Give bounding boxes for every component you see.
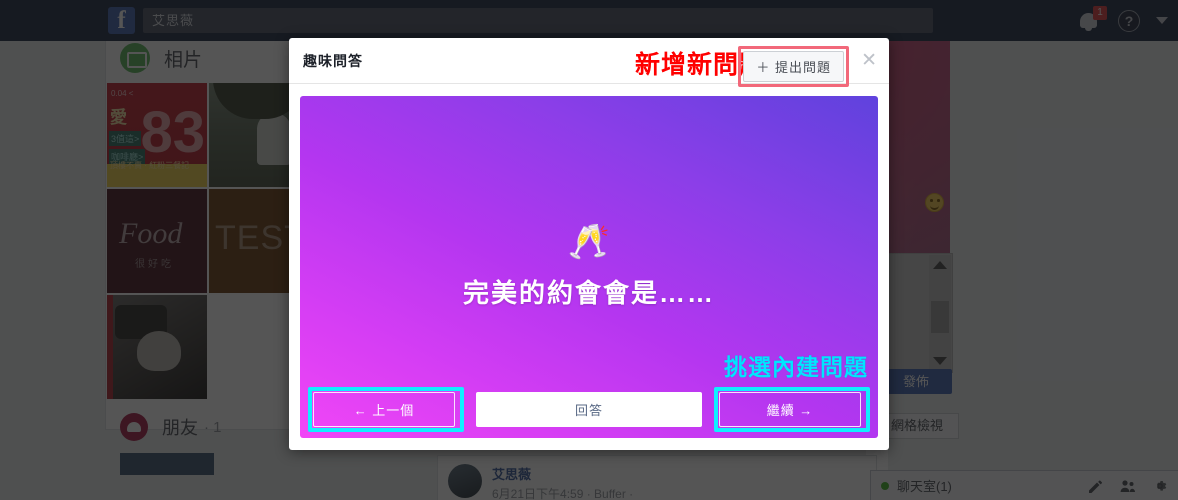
ask-question-button[interactable]: ＋ 提出問題 xyxy=(743,51,844,82)
next-button[interactable]: 繼續 → xyxy=(719,391,861,427)
ask-question-highlight: ＋ 提出問題 xyxy=(738,46,849,87)
answer-button[interactable]: 回答 xyxy=(476,391,702,427)
modal-title: 趣味問答 xyxy=(303,52,363,69)
clinking-glasses-icon: 🥂 xyxy=(567,222,611,261)
previous-button[interactable]: ← 上一個 xyxy=(313,391,455,427)
modal-body: 🥂 完美的約會會是…… 挑選內建問題 ← 上一個 回答 繼續 → xyxy=(289,84,889,450)
quiz-modal: 趣味問答 新增新問題 ＋ 提出問題 ✕ 🥂 完美的約會會是…… 挑選內建問題 ←… xyxy=(289,38,889,450)
question-card: 🥂 完美的約會會是…… 挑選內建問題 ← 上一個 回答 繼續 → xyxy=(300,96,878,438)
close-icon[interactable]: ✕ xyxy=(861,51,877,70)
annotation-builtin-question: 挑選內建問題 xyxy=(724,354,868,380)
modal-header: 趣味問答 新增新問題 ＋ 提出問題 ✕ xyxy=(289,38,889,87)
question-text: 完美的約會會是…… xyxy=(462,277,715,308)
next-button-highlight: 繼續 → xyxy=(714,386,870,432)
previous-button-highlight: ← 上一個 xyxy=(308,386,464,432)
question-card-actions: ← 上一個 回答 繼續 → xyxy=(300,380,878,438)
screen: 相片 0.04 < 愛 3值這> 咖啡廳> 83 頂樓不賣 · 紅粉三餐記 Fo… xyxy=(0,0,1178,500)
